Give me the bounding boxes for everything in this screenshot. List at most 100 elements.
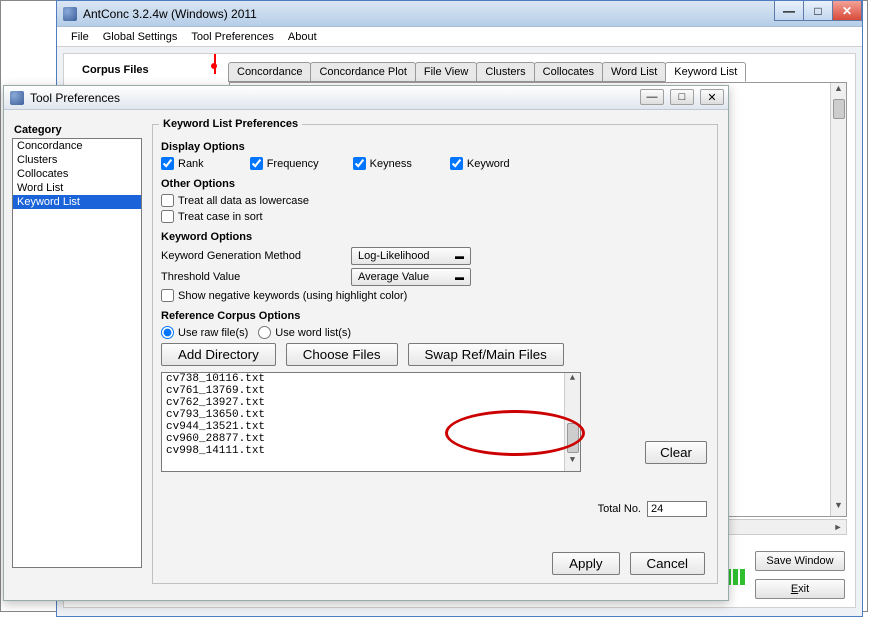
scroll-right-icon[interactable]: ►: [830, 520, 846, 534]
keyword-gen-method-label: Keyword Generation Method: [161, 250, 341, 262]
tab-word-list[interactable]: Word List: [602, 62, 666, 82]
app-icon: [63, 7, 77, 21]
keyword-label: Keyword: [467, 158, 510, 170]
marker-dot: [211, 63, 217, 69]
window-maximize-button[interactable]: □: [803, 1, 833, 21]
file-row[interactable]: cv998_14111.txt: [162, 445, 580, 457]
total-no-field[interactable]: [647, 501, 707, 517]
exit-button[interactable]: Exit: [755, 579, 845, 599]
category-listbox[interactable]: Concordance Clusters Collocates Word Lis…: [12, 138, 142, 568]
combo-arrow-icon: ▬: [455, 251, 464, 261]
radio-use-wordlist[interactable]: Use word list(s): [258, 326, 351, 339]
window-close-button[interactable]: ✕: [832, 1, 862, 21]
corpus-files-label: Corpus Files: [82, 64, 149, 76]
file-row[interactable]: cv960_28877.txt: [162, 433, 580, 445]
rank-checkbox-input[interactable]: [161, 157, 174, 170]
choose-files-button[interactable]: Choose Files: [286, 343, 398, 366]
treat-case-sort-label: Treat case in sort: [178, 211, 263, 223]
scroll-down-icon[interactable]: ▼: [565, 455, 580, 471]
keyword-gen-method-combo[interactable]: Log-Likelihood ▬: [351, 247, 471, 265]
tool-preferences-dialog: Tool Preferences — □ ✕ Category Concorda…: [3, 85, 729, 601]
checkbox-rank[interactable]: Rank: [161, 157, 204, 170]
threshold-combo[interactable]: Average Value ▬: [351, 268, 471, 286]
scroll-up-icon[interactable]: ▲: [831, 83, 846, 99]
save-window-button[interactable]: Save Window: [755, 551, 845, 571]
menu-global-settings[interactable]: Global Settings: [99, 31, 182, 43]
file-row[interactable]: cv944_13521.txt: [162, 421, 580, 433]
file-list-vscroll[interactable]: ▲ ▼: [564, 373, 580, 471]
window-minimize-button[interactable]: —: [774, 1, 804, 21]
file-row[interactable]: cv793_13650.txt: [162, 409, 580, 421]
results-vertical-scrollbar[interactable]: ▲ ▼: [830, 83, 846, 516]
menu-about[interactable]: About: [284, 31, 321, 43]
category-item-collocates[interactable]: Collocates: [13, 167, 141, 181]
scroll-up-icon[interactable]: ▲: [565, 373, 580, 389]
keyness-checkbox-input[interactable]: [353, 157, 366, 170]
checkbox-treat-lowercase[interactable]: Treat all data as lowercase: [161, 194, 309, 207]
total-no-label: Total No.: [598, 503, 641, 515]
treat-lowercase-label: Treat all data as lowercase: [178, 195, 309, 207]
file-row[interactable]: cv761_13769.txt: [162, 385, 580, 397]
clear-button[interactable]: Clear: [645, 441, 707, 464]
cancel-button[interactable]: Cancel: [630, 552, 706, 575]
apply-button[interactable]: Apply: [552, 552, 619, 575]
dialog-title: Tool Preferences: [30, 91, 120, 105]
menu-tool-preferences[interactable]: Tool Preferences: [187, 31, 278, 43]
menu-bar: File Global Settings Tool Preferences Ab…: [57, 27, 862, 47]
use-raw-radio[interactable]: [161, 326, 174, 339]
keyword-list-preferences-group: Keyword List Preferences Display Options…: [152, 124, 718, 584]
file-row[interactable]: cv762_13927.txt: [162, 397, 580, 409]
menu-file[interactable]: File: [67, 31, 93, 43]
category-item-clusters[interactable]: Clusters: [13, 153, 141, 167]
keyword-options-heading: Keyword Options: [161, 231, 709, 243]
display-options-heading: Display Options: [161, 141, 709, 153]
show-negative-label: Show negative keywords (using highlight …: [178, 290, 407, 302]
dialog-icon: [10, 91, 24, 105]
keyword-checkbox-input[interactable]: [450, 157, 463, 170]
checkbox-keyness[interactable]: Keyness: [353, 157, 412, 170]
category-label: Category: [14, 124, 142, 136]
main-title: AntConc 3.2.4w (Windows) 2011: [83, 7, 257, 21]
scroll-thumb[interactable]: [567, 423, 579, 453]
treat-lowercase-input[interactable]: [161, 194, 174, 207]
category-item-word-list[interactable]: Word List: [13, 181, 141, 195]
radio-use-raw[interactable]: Use raw file(s): [161, 326, 248, 339]
frequency-label: Frequency: [267, 158, 319, 170]
use-wordlist-radio[interactable]: [258, 326, 271, 339]
tool-tabs: Concordance Concordance Plot File View C…: [229, 62, 746, 82]
tab-clusters[interactable]: Clusters: [476, 62, 534, 82]
category-item-concordance[interactable]: Concordance: [13, 139, 141, 153]
swap-ref-main-button[interactable]: Swap Ref/Main Files: [408, 343, 564, 366]
combo-arrow-icon: ▬: [455, 272, 464, 282]
scroll-down-icon[interactable]: ▼: [831, 500, 846, 516]
use-raw-label: Use raw file(s): [178, 327, 248, 339]
use-wordlist-label: Use word list(s): [275, 327, 351, 339]
dialog-close-button[interactable]: ✕: [700, 89, 724, 105]
dialog-maximize-button[interactable]: □: [670, 89, 694, 105]
main-titlebar: AntConc 3.2.4w (Windows) 2011 — □ ✕: [57, 1, 862, 27]
checkbox-keyword[interactable]: Keyword: [450, 157, 510, 170]
threshold-label: Threshold Value: [161, 271, 341, 283]
dialog-minimize-button[interactable]: —: [640, 89, 664, 105]
keyness-label: Keyness: [370, 158, 412, 170]
tab-file-view[interactable]: File View: [415, 62, 477, 82]
reference-corpus-heading: Reference Corpus Options: [161, 310, 709, 322]
group-legend: Keyword List Preferences: [159, 118, 302, 130]
checkbox-show-negative[interactable]: Show negative keywords (using highlight …: [161, 289, 407, 302]
treat-case-sort-input[interactable]: [161, 210, 174, 223]
tab-collocates[interactable]: Collocates: [534, 62, 603, 82]
show-negative-input[interactable]: [161, 289, 174, 302]
checkbox-treat-case-sort[interactable]: Treat case in sort: [161, 210, 263, 223]
tab-concordance-plot[interactable]: Concordance Plot: [310, 62, 415, 82]
frequency-checkbox-input[interactable]: [250, 157, 263, 170]
checkbox-frequency[interactable]: Frequency: [250, 157, 319, 170]
category-item-keyword-list[interactable]: Keyword List: [13, 195, 141, 209]
rank-label: Rank: [178, 158, 204, 170]
file-row[interactable]: cv738_10116.txt: [162, 373, 580, 385]
keyword-gen-method-value: Log-Likelihood: [358, 250, 430, 262]
reference-file-list[interactable]: cv738_10116.txt cv761_13769.txt cv762_13…: [161, 372, 581, 472]
tab-keyword-list[interactable]: Keyword List: [665, 62, 746, 82]
tab-concordance[interactable]: Concordance: [228, 62, 311, 82]
add-directory-button[interactable]: Add Directory: [161, 343, 276, 366]
scroll-thumb[interactable]: [833, 99, 845, 119]
